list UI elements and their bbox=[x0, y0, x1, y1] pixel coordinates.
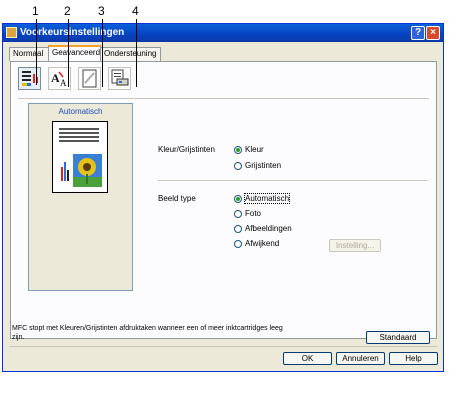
toolbar-separator bbox=[18, 98, 429, 99]
cancel-button[interactable]: Annuleren bbox=[336, 352, 385, 365]
radio-afwijkend[interactable] bbox=[234, 240, 242, 248]
advanced-panel: A A Automatisch Kleur/Grijstinten Kleur … bbox=[10, 61, 437, 339]
section-separator bbox=[158, 180, 428, 181]
radio-automatisch[interactable] bbox=[234, 195, 242, 203]
radio-afwijkend-label[interactable]: Afwijkend bbox=[245, 239, 279, 248]
callout-4: 4 bbox=[132, 4, 139, 18]
radio-afbeeldingen-label[interactable]: Afbeeldingen bbox=[245, 224, 292, 233]
default-button[interactable]: Standaard bbox=[366, 331, 430, 344]
callout-line-2 bbox=[68, 19, 69, 87]
preview-page bbox=[52, 121, 108, 193]
print-preview: Automatisch bbox=[28, 103, 133, 291]
callout-2: 2 bbox=[64, 4, 71, 18]
callout-line-3 bbox=[102, 19, 103, 87]
help-title-button[interactable]: ? bbox=[411, 26, 425, 40]
watermark-icon[interactable] bbox=[78, 67, 101, 90]
color-grayscale-label: Kleur/Grijstinten bbox=[158, 145, 215, 154]
radio-afbeeldingen[interactable] bbox=[234, 225, 242, 233]
radio-kleur-label[interactable]: Kleur bbox=[245, 145, 264, 154]
ok-button[interactable]: OK bbox=[283, 352, 332, 365]
radio-grijstinten-label[interactable]: Grijstinten bbox=[245, 161, 281, 170]
callout-line-1 bbox=[36, 19, 37, 85]
callout-line-4 bbox=[136, 19, 137, 87]
close-button[interactable]: × bbox=[426, 26, 440, 40]
settings-button[interactable]: Instelling... bbox=[329, 239, 381, 252]
help-button[interactable]: Help bbox=[389, 352, 438, 365]
radio-kleur[interactable] bbox=[234, 146, 242, 154]
callout-1: 1 bbox=[32, 4, 39, 18]
tab-normaal[interactable]: Normaal bbox=[9, 47, 49, 61]
color-printer-icon[interactable] bbox=[18, 67, 41, 90]
svg-text:A: A bbox=[51, 71, 60, 85]
tab-geavanceerd[interactable]: Geavanceerd bbox=[48, 45, 101, 61]
radio-grijstinten[interactable] bbox=[234, 162, 242, 170]
tab-ondersteuning[interactable]: Ondersteuning bbox=[100, 47, 161, 61]
title-bar[interactable]: Voorkeursinstellingen ? × bbox=[3, 24, 443, 42]
printer-app-icon bbox=[6, 27, 17, 38]
svg-text:A: A bbox=[60, 78, 67, 88]
image-type-label: Beeld type bbox=[158, 194, 196, 203]
ink-status-text: MFC stopt met Kleuren/Grijstinten afdruk… bbox=[12, 325, 283, 341]
device-options-icon[interactable] bbox=[108, 67, 131, 90]
radio-automatisch-label[interactable]: Automatisch bbox=[243, 193, 291, 204]
preview-caption: Automatisch bbox=[58, 107, 103, 116]
radio-foto-label[interactable]: Foto bbox=[245, 209, 261, 218]
bottom-separator bbox=[9, 346, 437, 347]
callout-3: 3 bbox=[98, 4, 105, 18]
radio-foto[interactable] bbox=[234, 210, 242, 218]
